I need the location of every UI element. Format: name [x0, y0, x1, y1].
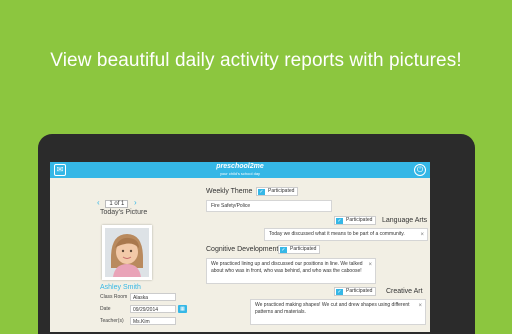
- participated-label: Participated: [268, 188, 295, 194]
- checkmark-icon: ✓: [336, 288, 343, 295]
- checkmark-icon: ✓: [258, 188, 265, 195]
- date-label: Date: [100, 306, 111, 312]
- child-name: Ashley Smith: [100, 284, 141, 291]
- calendar-icon[interactable]: ▦: [178, 305, 187, 313]
- teacher-label: Teacher(s): [100, 318, 124, 324]
- app-screen: ✉ preschool2me your child's school day ⏻…: [50, 162, 430, 332]
- participated-label: Participated: [346, 217, 373, 223]
- power-icon[interactable]: ⏻: [414, 164, 426, 176]
- brand-name: preschool2me: [216, 163, 264, 170]
- activity-title: Language Arts: [382, 217, 428, 224]
- participated-checkbox[interactable]: ✓ Participated: [334, 287, 377, 296]
- activity-note-text: Today we discussed what it means to be p…: [269, 231, 405, 237]
- activity-note-text: We practiced making shapes! We cut and d…: [255, 302, 410, 315]
- teacher-field[interactable]: Ms.Kim: [130, 317, 176, 325]
- brand-tagline: your child's school day: [219, 171, 261, 176]
- checkmark-icon: ✓: [336, 217, 343, 224]
- activity-note: We practiced lining up and discussed our…: [206, 258, 376, 284]
- child-photo-image: [105, 228, 149, 277]
- activity-title: Weekly Theme: [206, 188, 253, 195]
- pager: ‹ 1 of 1 ›: [93, 198, 141, 208]
- child-photo[interactable]: [102, 225, 152, 280]
- app-bar: ✉ preschool2me your child's school day ⏻: [50, 162, 430, 178]
- page-of: of 1: [114, 201, 125, 207]
- close-icon[interactable]: ×: [420, 232, 424, 238]
- page-number: 1: [109, 201, 113, 207]
- classroom-label: Class Room: [100, 294, 128, 300]
- page-indicator: 1 of 1: [105, 200, 129, 208]
- prev-page-button[interactable]: ‹: [97, 198, 100, 207]
- activity-title: Creative Art: [386, 288, 423, 295]
- brand: preschool2me your child's school day: [50, 163, 430, 176]
- activity-title: Cognitive Development: [206, 246, 279, 253]
- next-page-button[interactable]: ›: [134, 198, 137, 207]
- left-panel: ‹ 1 of 1 › Today's Picture Ashley Smith: [50, 178, 200, 332]
- participated-label: Participated: [346, 288, 373, 294]
- activity-note: We practiced making shapes! We cut and d…: [250, 299, 426, 325]
- close-icon[interactable]: ×: [368, 262, 372, 268]
- participated-checkbox[interactable]: ✓ Participated: [334, 216, 377, 225]
- activity-note: Fire Safety/Police: [206, 200, 332, 212]
- close-icon[interactable]: ×: [418, 303, 422, 309]
- todays-picture-title: Today's Picture: [100, 209, 148, 216]
- headline: View beautiful daily activity reports wi…: [50, 50, 462, 71]
- checkmark-icon: ✓: [280, 246, 287, 253]
- activity-panel: Weekly Theme ✓ Participated Fire Safety/P…: [202, 178, 430, 332]
- participated-label: Participated: [290, 246, 317, 252]
- activity-note-text: We practiced lining up and discussed our…: [211, 261, 363, 274]
- date-field[interactable]: 09/29/2014: [130, 305, 176, 313]
- classroom-field[interactable]: Alaska: [130, 293, 176, 301]
- participated-checkbox[interactable]: ✓ Participated: [256, 187, 299, 196]
- activity-note-text: Fire Safety/Police: [211, 203, 251, 209]
- participated-checkbox[interactable]: ✓ Participated: [278, 245, 321, 254]
- activity-note: Today we discussed what it means to be p…: [264, 228, 428, 241]
